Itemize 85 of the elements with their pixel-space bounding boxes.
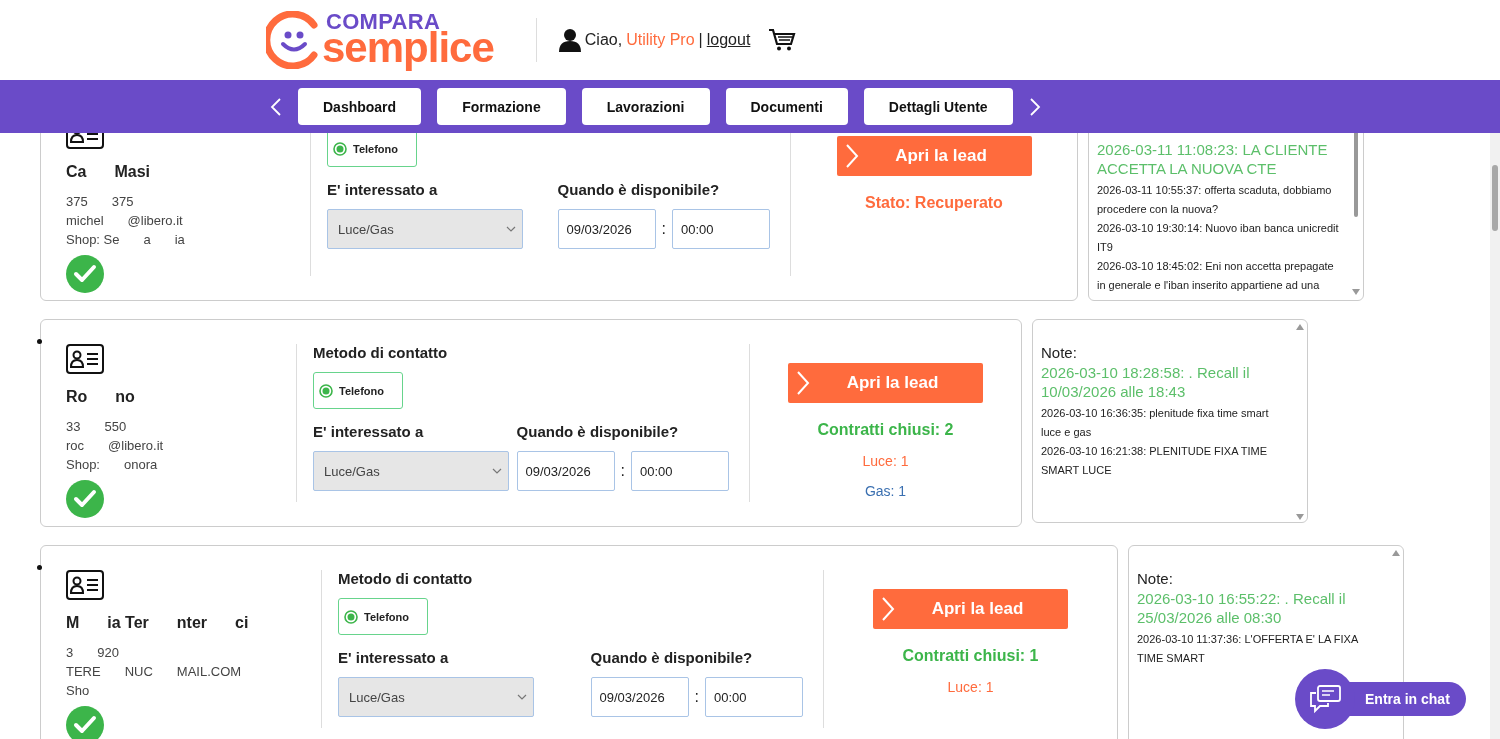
date-field[interactable]: 09/03/2026 (590, 677, 689, 717)
colon-text: : (661, 220, 666, 238)
interest-select[interactable]: Luce/Gas (338, 677, 534, 717)
chat-icon (1308, 684, 1342, 714)
note-entry: 2026-03-10 11:37:36: L'OFFERTA E' LA FIXA TIME SMART (1137, 632, 1359, 666)
summary-text: Contratti chiusi: 1 (902, 647, 1039, 665)
caret-icon (506, 226, 516, 232)
note-entry: 2026-03-10 16:21:38: PLENITUDE FIXA TIME SMART LUCE (1041, 444, 1269, 478)
cart-icon[interactable] (768, 28, 797, 52)
phone-text: 375 375 (66, 194, 134, 211)
contact-card-icon (66, 570, 104, 600)
colon-text: : (694, 688, 699, 706)
customer-name: M ia Ter nter ci (66, 614, 249, 633)
field-label: Quando è disponibile? (590, 649, 754, 668)
nav-tab[interactable]: Formazione (437, 88, 566, 125)
radio-icon[interactable] (319, 383, 333, 398)
summary-text: Contratti chiusi: 2 (817, 421, 954, 439)
chevron-right-icon[interactable] (1028, 97, 1041, 116)
section-title: Metodo di contatto (313, 344, 449, 363)
separator-text: | (698, 31, 703, 49)
email-text: roc @libero.it (66, 438, 164, 455)
contact-option[interactable]: Telefono (338, 598, 428, 635)
notes-label: Note: (1041, 344, 1078, 361)
caret-icon (492, 468, 502, 474)
shop-text: Shop: onora (66, 457, 158, 474)
field-label: E' interessato a (327, 181, 439, 200)
greeting-text: Ciao, (584, 31, 623, 49)
check-circle-icon (66, 255, 104, 293)
notes-label: Note: (1137, 570, 1174, 587)
scrollbar[interactable] (1490, 133, 1500, 739)
bullet (37, 339, 42, 344)
date-field[interactable]: 09/03/2026 (557, 209, 656, 249)
smiley-logo-icon (266, 11, 320, 69)
field-label: E' interessato a (313, 423, 425, 442)
note-entry: 2026-03-10 19:30:14: Nuovo iban banca unicredit IT9 (1097, 221, 1340, 255)
logout-link[interactable]: logout (706, 31, 751, 49)
nav-tab[interactable]: Lavorazioni (581, 88, 710, 125)
date-field[interactable]: 09/03/2026 (516, 451, 615, 491)
scrollbar[interactable] (1295, 322, 1305, 522)
email-text: michel @libero.it (66, 213, 183, 230)
summary-text: Luce: 1 (862, 453, 909, 469)
note-entry: 2026-03-10 16:36:35: plenitude fixa time smart luce e gas (1041, 406, 1270, 440)
radio-icon[interactable] (344, 609, 358, 624)
chevron-right-icon (881, 597, 895, 621)
phone-text: 33 550 (66, 419, 127, 436)
nav-tab[interactable]: Documenti (725, 88, 848, 125)
nav-tab[interactable]: Dettagli Utente (863, 88, 1013, 125)
note-entry: 2026-03-10 16:55:22: . Recall il 25/03/2026 alle 08:30 (1137, 589, 1347, 627)
time-field[interactable]: 00:00 (705, 677, 803, 717)
check-circle-icon (66, 480, 104, 518)
chevron-right-icon (844, 144, 859, 168)
email-text: TERE NUC MAIL.COM (66, 664, 242, 681)
colon-text: : (620, 462, 625, 480)
chevron-left-icon[interactable] (270, 97, 282, 116)
field-label: E' interessato a (338, 649, 450, 668)
scrollbar[interactable] (1351, 133, 1361, 297)
caret-icon (517, 694, 527, 700)
summary-text: Luce: 1 (947, 679, 994, 695)
shop-text: Sho (66, 683, 90, 700)
user-icon (558, 28, 581, 52)
radio-icon[interactable] (333, 141, 347, 156)
field-label: Quando è disponibile? (516, 423, 680, 442)
summary-text: Gas: 1 (864, 483, 907, 499)
section-title: Metodo di contatto (338, 570, 474, 589)
note-entry: 2026-03-11 10:55:37: offerta scaduta, dobbiamo procedere con la nuova? (1097, 183, 1333, 217)
interest-select[interactable]: Luce/Gas (313, 451, 509, 491)
time-field[interactable]: 00:00 (672, 209, 770, 249)
contact-option[interactable]: Telefono (327, 133, 417, 167)
note-entry: 2026-03-10 18:28:58: . Recall il 10/03/2026 alle 18:43 (1041, 363, 1251, 401)
bullet (37, 565, 42, 570)
customer-name: Ca Masi (66, 163, 151, 182)
interest-select[interactable]: Luce/Gas (327, 209, 523, 249)
customer-name: Ro no (66, 388, 135, 407)
field-label: Quando è disponibile? (557, 181, 721, 200)
user-name: Utility Pro (626, 31, 695, 49)
contact-option[interactable]: Telefono (313, 372, 403, 409)
note-entry: 2026-03-10 18:45:02: Eni non accetta prepagate in generale e l'iban inserito appartiene ad una (1097, 259, 1335, 293)
summary-text: Stato: Recuperato (865, 194, 1003, 212)
contact-card-icon (66, 344, 104, 374)
shop-text: Shop: Se a ia (66, 232, 185, 249)
chevron-right-icon (796, 371, 810, 395)
nav-tab[interactable]: Dashboard (298, 88, 422, 125)
phone-text: 3 920 (66, 645, 119, 662)
time-field[interactable]: 00:00 (631, 451, 729, 491)
note-entry: 2026-03-11 11:08:23: LA CLIENTE ACCETTA LA NUOVA CTE (1097, 140, 1329, 178)
